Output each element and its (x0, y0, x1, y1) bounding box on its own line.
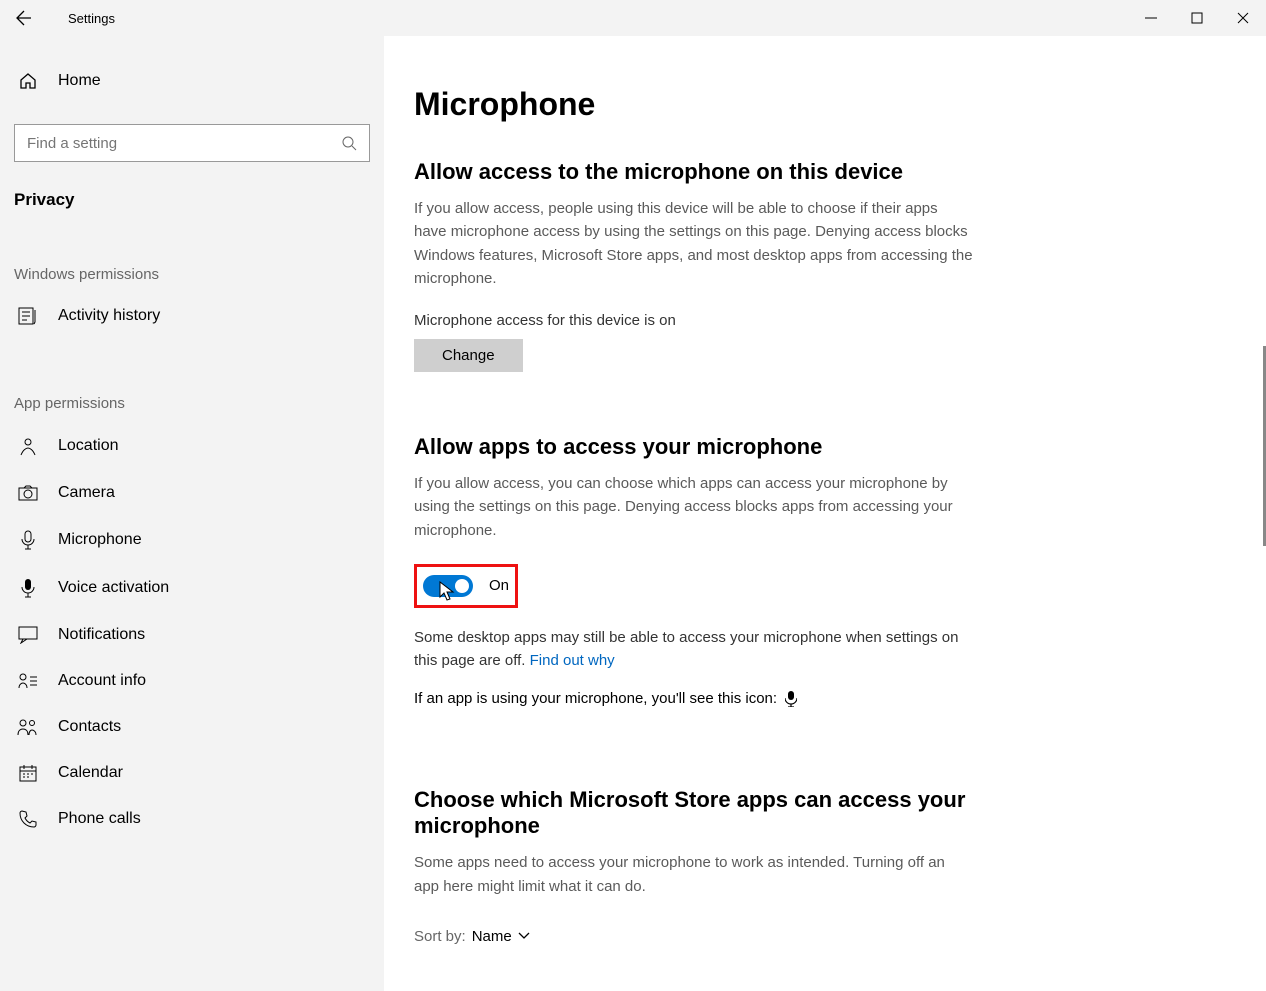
sidebar-item-contacts[interactable]: Contacts (14, 704, 370, 750)
section-heading-device-access: Allow access to the microphone on this d… (414, 159, 974, 185)
sidebar-item-label: Activity history (58, 307, 160, 325)
sidebar-item-label: Calendar (58, 764, 123, 782)
window-controls (1128, 0, 1266, 36)
sidebar-home[interactable]: Home (14, 66, 370, 96)
sidebar-item-label: Account info (58, 672, 146, 690)
page-title: Microphone (414, 86, 974, 123)
app-access-toggle[interactable] (423, 575, 473, 597)
device-access-status: Microphone access for this device is on (414, 312, 974, 329)
home-icon (16, 72, 40, 90)
sidebar-section: Privacy (14, 190, 370, 210)
section-heading-store-apps: Choose which Microsoft Store apps can ac… (414, 787, 974, 839)
section-desc-app-access: If you allow access, you can choose whic… (414, 472, 974, 542)
maximize-icon (1191, 12, 1203, 24)
sidebar-group-app-permissions: App permissions (14, 395, 370, 412)
sort-label: Sort by: (414, 928, 466, 945)
toggle-knob (455, 579, 469, 593)
minimize-icon (1145, 12, 1157, 24)
find-out-why-link[interactable]: Find out why (530, 652, 615, 669)
sidebar: Home Privacy Windows permissions Activit… (0, 36, 384, 991)
toggle-state-label: On (489, 577, 509, 594)
note-text: Some desktop apps may still be able to a… (414, 629, 958, 669)
sidebar-item-notifications[interactable]: Notifications (14, 612, 370, 658)
notifications-icon (16, 626, 40, 644)
location-icon (16, 436, 40, 456)
sidebar-home-label: Home (58, 72, 101, 90)
minimize-button[interactable] (1128, 0, 1174, 36)
microphone-icon (16, 530, 40, 550)
sidebar-item-label: Phone calls (58, 810, 141, 828)
maximize-button[interactable] (1174, 0, 1220, 36)
section-heading-app-access: Allow apps to access your microphone (414, 434, 974, 460)
sort-by-dropdown[interactable]: Sort by: Name (414, 928, 974, 945)
back-button[interactable] (0, 0, 48, 36)
section-desc-store-apps: Some apps need to access your microphone… (414, 851, 974, 898)
sidebar-item-phone-calls[interactable]: Phone calls (14, 796, 370, 842)
sidebar-item-label: Notifications (58, 626, 145, 644)
sidebar-item-location[interactable]: Location (14, 422, 370, 470)
titlebar: Settings (0, 0, 1266, 36)
sidebar-item-label: Contacts (58, 718, 121, 736)
sidebar-item-label: Camera (58, 484, 115, 502)
window-title: Settings (68, 11, 115, 26)
sidebar-item-label: Microphone (58, 531, 142, 549)
chevron-down-icon (518, 932, 530, 940)
search-box[interactable] (14, 124, 370, 162)
sidebar-item-label: Location (58, 437, 119, 455)
close-button[interactable] (1220, 0, 1266, 36)
calendar-icon (16, 764, 40, 782)
sort-value: Name (472, 928, 512, 945)
section-desc-device-access: If you allow access, people using this d… (414, 197, 974, 290)
sidebar-item-calendar[interactable]: Calendar (14, 750, 370, 796)
search-input[interactable] (27, 135, 341, 152)
sidebar-item-account-info[interactable]: Account info (14, 658, 370, 704)
voice-activation-icon (16, 578, 40, 598)
sidebar-group-windows-permissions: Windows permissions (14, 266, 370, 283)
mic-in-use-text: If an app is using your microphone, you'… (414, 690, 777, 707)
sidebar-item-microphone[interactable]: Microphone (14, 516, 370, 564)
search-icon (341, 135, 357, 151)
close-icon (1237, 12, 1249, 24)
microphone-indicator-icon (785, 691, 797, 707)
content-pane: Microphone Allow access to the microphon… (384, 36, 1266, 991)
annotation-highlight: On (414, 564, 518, 608)
mic-in-use-note: If an app is using your microphone, you'… (414, 690, 974, 707)
phone-icon (16, 810, 40, 828)
sidebar-item-voice-activation[interactable]: Voice activation (14, 564, 370, 612)
arrow-left-icon (16, 10, 32, 26)
desktop-apps-note: Some desktop apps may still be able to a… (414, 626, 974, 673)
change-button[interactable]: Change (414, 339, 523, 372)
activity-history-icon (16, 307, 40, 325)
sidebar-item-activity-history[interactable]: Activity history (14, 293, 370, 339)
account-info-icon (16, 673, 40, 689)
contacts-icon (16, 718, 40, 736)
camera-icon (16, 485, 40, 501)
sidebar-item-camera[interactable]: Camera (14, 470, 370, 516)
sidebar-item-label: Voice activation (58, 579, 169, 597)
